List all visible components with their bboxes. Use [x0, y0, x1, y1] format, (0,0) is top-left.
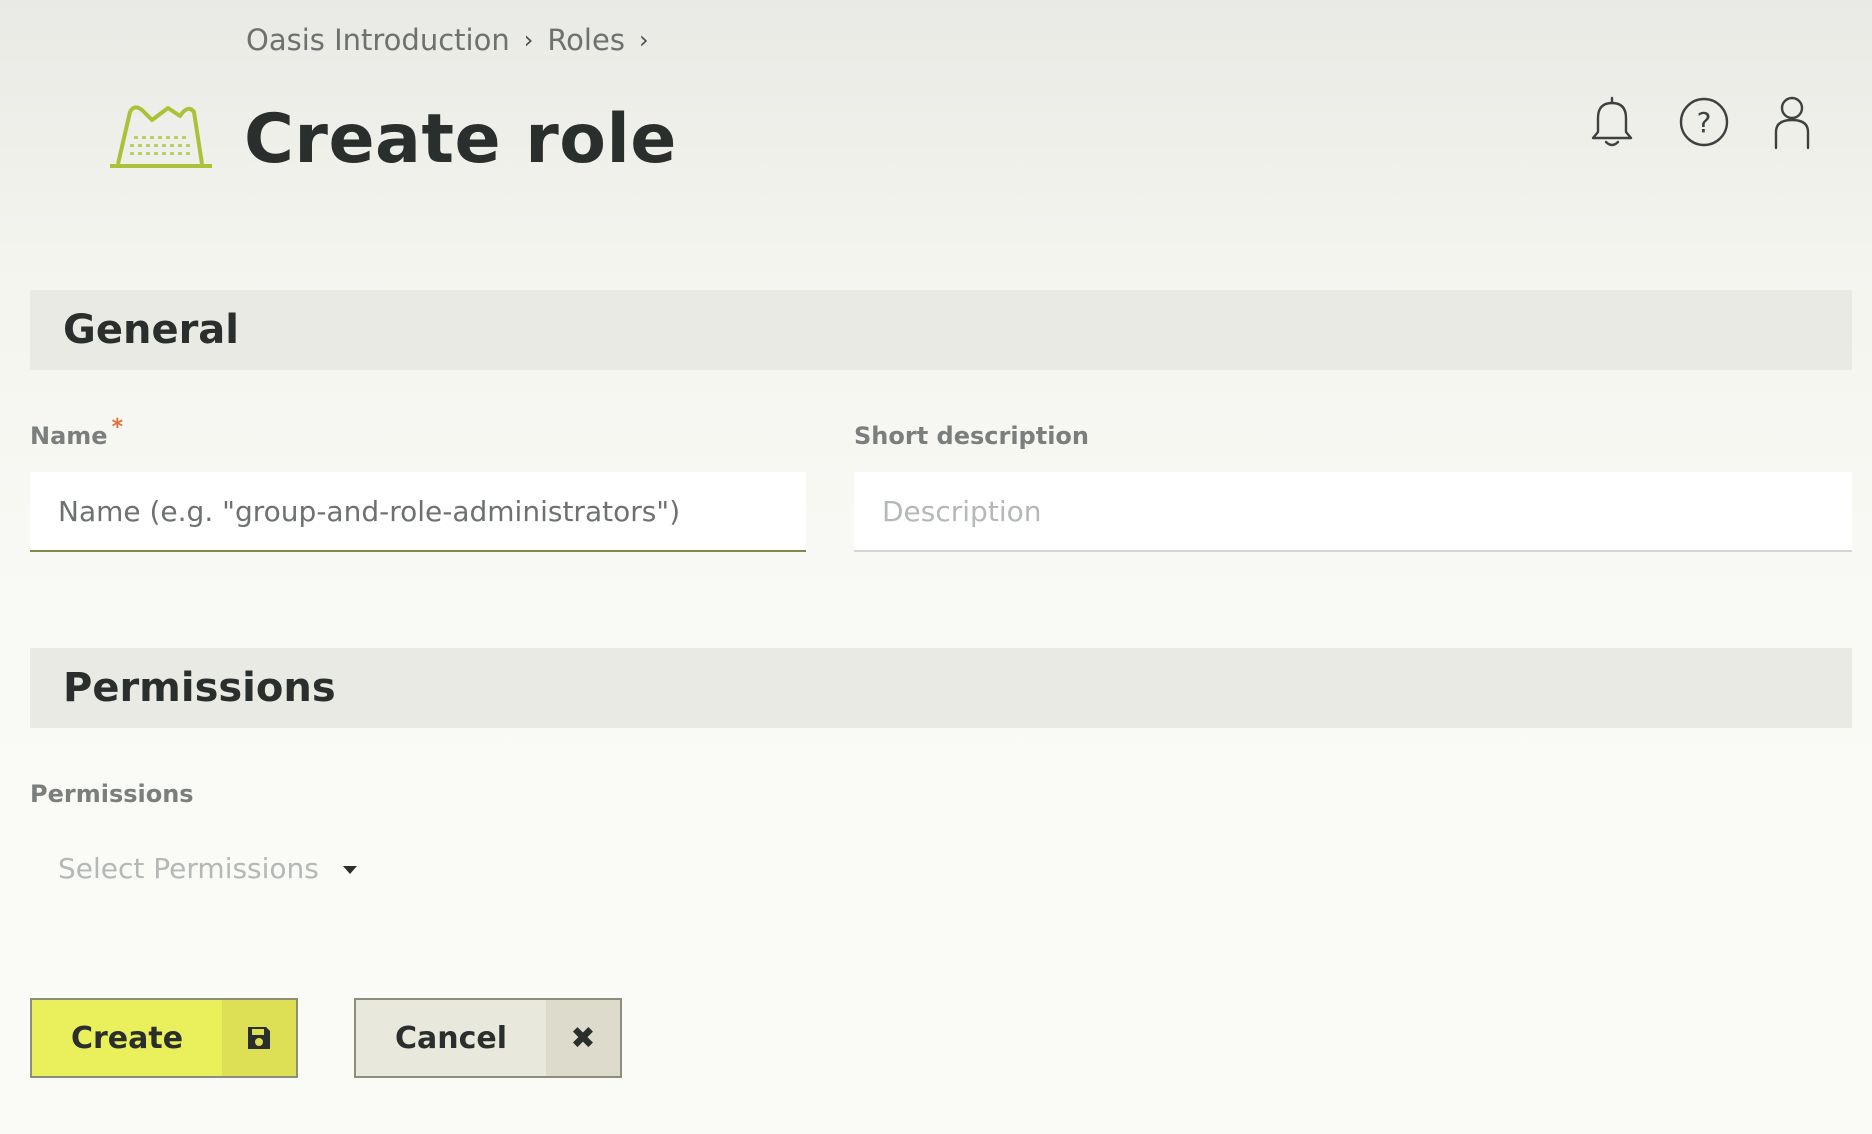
- breadcrumb-separator-icon: ›: [523, 26, 534, 54]
- svg-text:?: ?: [1697, 106, 1712, 139]
- breadcrumb-item-roles[interactable]: Roles: [547, 23, 625, 57]
- cancel-button[interactable]: Cancel ✖: [354, 998, 622, 1078]
- hat-logo-icon: [108, 100, 224, 172]
- required-marker: *: [111, 415, 124, 440]
- bell-icon[interactable]: [1584, 92, 1640, 152]
- help-icon[interactable]: ?: [1676, 92, 1732, 152]
- close-icon: ✖: [546, 1000, 620, 1076]
- permissions-select-placeholder: Select Permissions: [58, 851, 319, 885]
- breadcrumb: Oasis Introduction › Roles ›: [246, 20, 663, 60]
- short-description-field[interactable]: [854, 472, 1852, 552]
- breadcrumb-item-oasis-introduction[interactable]: Oasis Introduction: [246, 23, 510, 57]
- save-icon: [222, 1000, 296, 1076]
- chevron-down-icon: [342, 866, 357, 874]
- page-title: Create role: [244, 100, 677, 179]
- section-permissions-title: Permissions: [63, 665, 336, 711]
- permissions-select[interactable]: Select Permissions: [58, 846, 357, 890]
- create-button-label: Create: [70, 1020, 184, 1056]
- name-label: Name *: [30, 415, 123, 450]
- permissions-label: Permissions: [30, 780, 194, 808]
- breadcrumb-separator-icon: ›: [638, 26, 649, 54]
- section-general-header: General: [30, 290, 1852, 370]
- create-button[interactable]: Create: [30, 998, 298, 1078]
- section-permissions-header: Permissions: [30, 648, 1852, 728]
- short-description-label: Short description: [854, 422, 1090, 450]
- name-field[interactable]: [30, 472, 806, 552]
- user-icon[interactable]: [1764, 92, 1820, 152]
- name-label-text: Name: [30, 422, 108, 450]
- cancel-button-label: Cancel: [394, 1020, 508, 1056]
- section-general-title: General: [63, 307, 239, 353]
